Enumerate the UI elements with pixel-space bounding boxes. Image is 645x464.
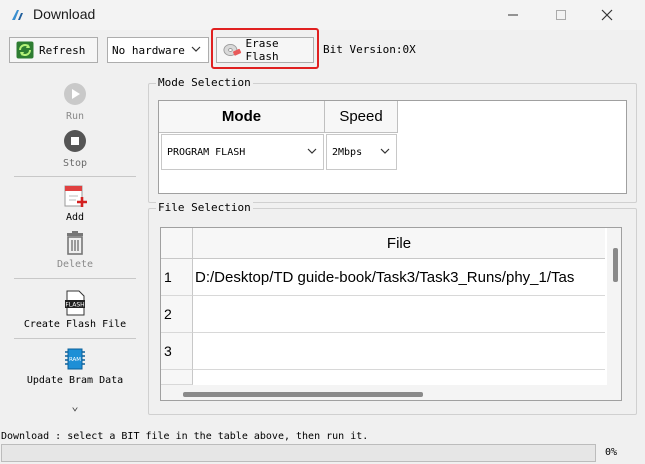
row-header: 3 [161, 333, 193, 370]
flash-file-icon: FLASH [65, 290, 85, 316]
title-bar: Download [0, 0, 645, 30]
update-bram-data-button[interactable]: RAM Update Bram Data [14, 346, 136, 386]
add-button[interactable]: Add [14, 183, 136, 223]
close-button[interactable] [584, 0, 630, 30]
delete-button[interactable]: Delete [14, 230, 136, 270]
delete-label: Delete [56, 259, 94, 270]
file-cell[interactable] [193, 333, 605, 370]
mode-select[interactable]: PROGRAM FLASH [161, 134, 324, 170]
svg-text:RAM: RAM [69, 357, 81, 363]
left-sidebar: Run Stop Add Delete FLASH Create Flash F… [14, 76, 136, 421]
maximize-button[interactable] [538, 0, 584, 30]
file-cell[interactable] [193, 296, 605, 333]
progress-bar [1, 444, 596, 462]
file-cell[interactable]: D:/Desktop/TD guide-book/Task3/Task3_Run… [193, 259, 605, 296]
chevron-down-icon [307, 148, 317, 154]
refresh-label: Refresh [39, 43, 86, 57]
double-chevron-down-icon: ⌄ [71, 399, 79, 413]
mode-selection-title: Mode Selection [156, 76, 253, 89]
file-selection-title: File Selection [156, 201, 253, 214]
maximize-icon [556, 10, 566, 20]
run-icon [64, 83, 86, 105]
add-file-icon [64, 185, 87, 207]
stop-button[interactable]: Stop [14, 129, 136, 169]
run-label: Run [65, 111, 85, 122]
file-column-header: File [193, 228, 605, 259]
sidebar-divider [14, 278, 136, 279]
table-corner [161, 228, 193, 259]
erase-flash-highlight-box [211, 28, 319, 69]
window-title: Download [33, 6, 96, 22]
stop-label: Stop [62, 158, 88, 169]
vertical-scrollbar[interactable] [607, 228, 621, 400]
bit-version-label: Bit Version:0X [323, 43, 416, 56]
refresh-button[interactable]: Refresh [9, 37, 98, 63]
vertical-scroll-thumb[interactable] [613, 248, 618, 282]
speed-column-header: Speed [325, 101, 398, 133]
mode-column-header: Mode [159, 101, 325, 133]
svg-text:FLASH: FLASH [65, 302, 84, 309]
chevron-down-icon [380, 148, 390, 154]
expand-more-button[interactable]: ⌄ [14, 399, 136, 413]
file-table: File 1 D:/Desktop/TD guide-book/Task3/Ta… [160, 227, 622, 401]
ram-chip-icon: RAM [65, 348, 85, 370]
speed-select[interactable]: 2Mbps [326, 134, 397, 170]
trash-icon [67, 231, 83, 255]
row-header: 1 [161, 259, 193, 296]
hardware-select-value: No hardware [112, 43, 185, 57]
row-header [161, 370, 193, 385]
mode-table: Mode Speed PROGRAM FLASH 2Mbps [158, 100, 627, 194]
sidebar-divider [14, 176, 136, 177]
minimize-icon [508, 14, 518, 16]
create-flash-file-button[interactable]: FLASH Create Flash File [14, 290, 136, 330]
add-label: Add [65, 212, 85, 223]
status-message: Download : select a BIT file in the tabl… [1, 431, 369, 442]
app-logo-icon [12, 10, 23, 20]
update-bram-data-label: Update Bram Data [26, 375, 124, 386]
progress-percent: 0% [605, 447, 618, 458]
sidebar-divider [14, 338, 136, 339]
refresh-icon [16, 41, 34, 59]
stop-icon [64, 130, 86, 152]
minimize-button[interactable] [490, 0, 536, 30]
speed-select-value: 2Mbps [332, 146, 363, 158]
create-flash-file-label: Create Flash File [23, 319, 127, 330]
mode-select-value: PROGRAM FLASH [167, 146, 246, 158]
chevron-down-icon [191, 46, 201, 52]
toolbar: Refresh No hardware Erase Flash Bit Vers… [0, 34, 645, 64]
horizontal-scrollbar[interactable] [161, 385, 607, 400]
close-icon [601, 9, 613, 21]
hardware-select[interactable]: No hardware [107, 37, 209, 63]
run-button[interactable]: Run [14, 82, 136, 122]
horizontal-scroll-thumb[interactable] [183, 392, 423, 397]
row-header: 2 [161, 296, 193, 333]
